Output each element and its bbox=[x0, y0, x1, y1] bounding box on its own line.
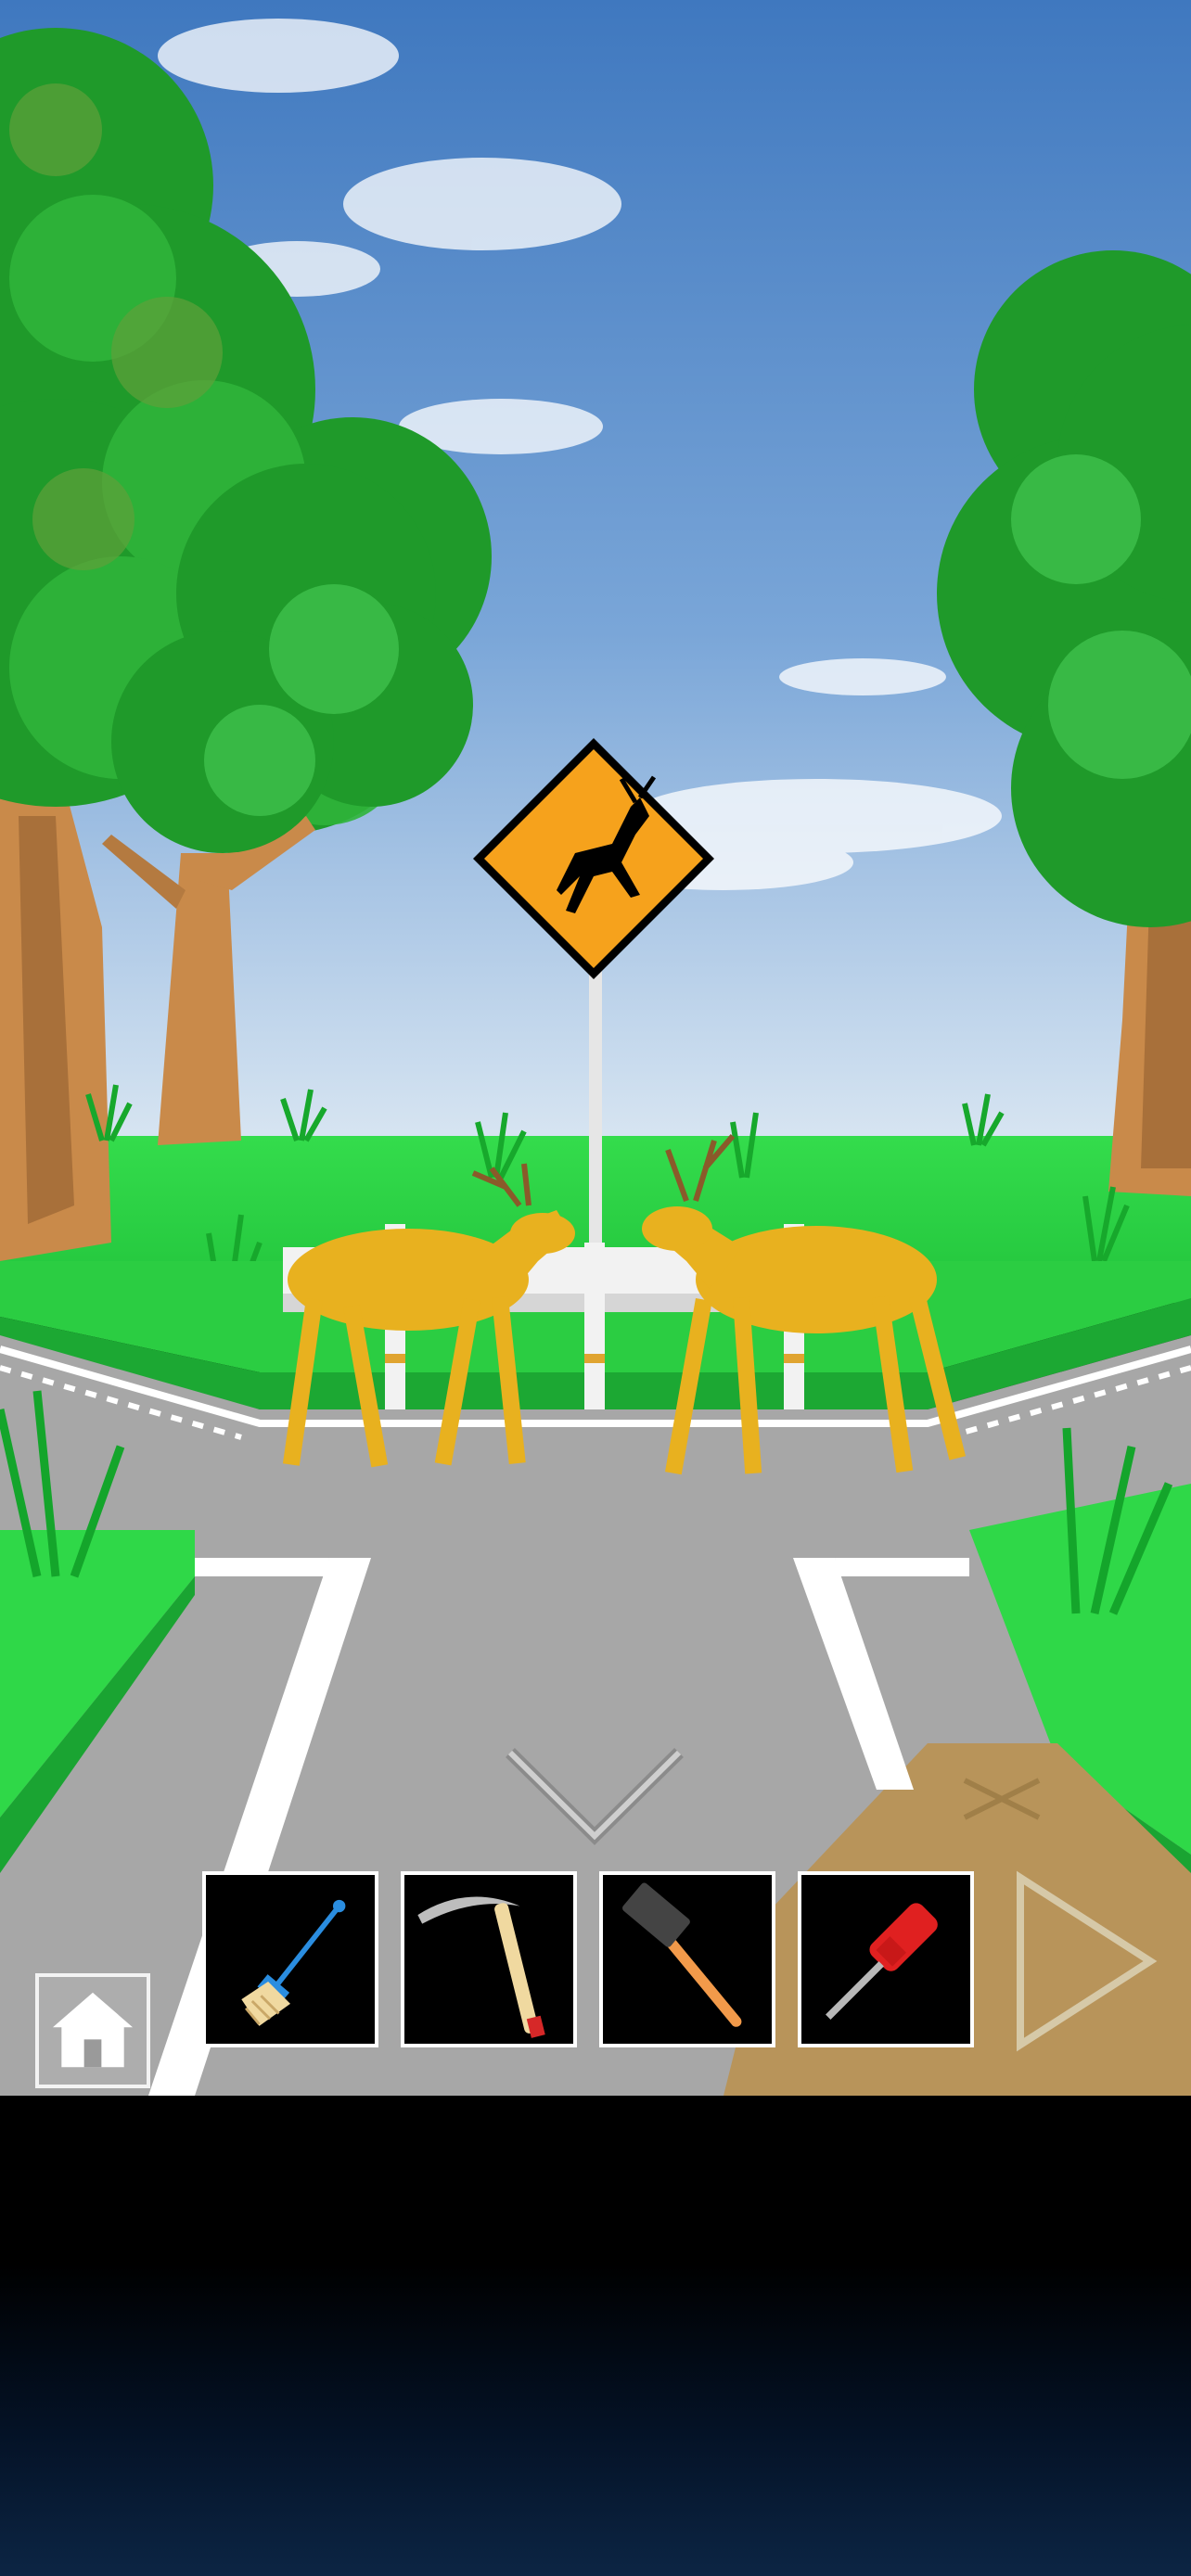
screwdriver-icon bbox=[826, 1903, 938, 2020]
chevron-down-icon[interactable] bbox=[501, 1743, 688, 1855]
brush-icon bbox=[241, 1899, 346, 2026]
sickle-icon bbox=[417, 1896, 545, 2038]
home-button[interactable] bbox=[35, 1973, 150, 2088]
sign-post bbox=[589, 964, 602, 1261]
hammer-icon bbox=[622, 1882, 742, 2027]
inventory-slot-brush[interactable] bbox=[202, 1871, 378, 2047]
inventory-slot-sickle[interactable] bbox=[401, 1871, 577, 2047]
bottom-bar bbox=[0, 2096, 1191, 2576]
home-icon bbox=[52, 1992, 134, 2068]
inventory-slot-screwdriver[interactable] bbox=[798, 1871, 974, 2047]
inventory-slot-hammer[interactable] bbox=[599, 1871, 775, 2047]
triangle-right-icon[interactable] bbox=[1011, 1868, 1159, 2054]
